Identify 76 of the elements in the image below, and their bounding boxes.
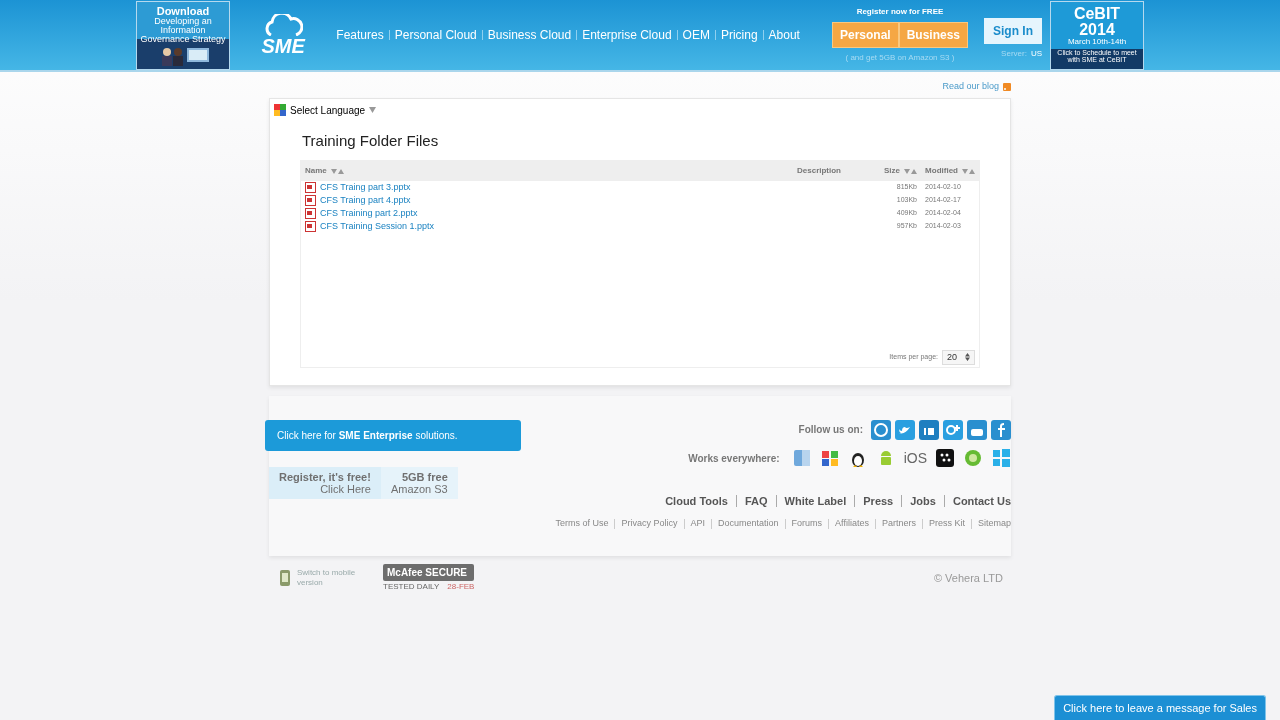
footer-link[interactable]: Sitemap bbox=[977, 517, 1011, 531]
column-header[interactable]: Name bbox=[305, 165, 797, 177]
file-link[interactable]: CFS Traing part 4.pptx bbox=[320, 193, 411, 208]
column-header[interactable]: Modified bbox=[917, 165, 975, 177]
caret-icon bbox=[369, 107, 377, 113]
footer-link[interactable]: Press bbox=[863, 492, 894, 509]
logo-text: SME bbox=[261, 36, 305, 56]
event-dates: March 10th-14th bbox=[1066, 37, 1128, 46]
promo-banner[interactable]: Download Developing an Information Governance Strategy bbox=[136, 0, 230, 70]
footer-link[interactable]: Privacy Policy bbox=[621, 517, 678, 531]
footer-link[interactable]: Jobs bbox=[910, 492, 936, 509]
nav-link[interactable]: Pricing bbox=[720, 26, 758, 44]
footer-link[interactable]: Contact Us bbox=[952, 492, 1011, 509]
column-header[interactable]: Description bbox=[797, 165, 877, 177]
register-note: ( and get 5GB on Amazon S3 ) bbox=[845, 52, 955, 64]
platforms-label: Works everywhere: bbox=[688, 451, 780, 466]
nav-link[interactable]: Business Cloud bbox=[487, 26, 572, 44]
nav-link[interactable]: Personal Cloud bbox=[394, 26, 477, 44]
nav-link[interactable]: About bbox=[768, 26, 800, 44]
footer-link[interactable]: White Label bbox=[784, 492, 847, 509]
blog-link[interactable]: Read our blog bbox=[942, 80, 999, 94]
file-link[interactable]: CFS Training part 2.pptx bbox=[320, 206, 418, 221]
folder-title: Training Folder Files bbox=[301, 130, 440, 151]
file-icon bbox=[305, 195, 316, 206]
register-promo[interactable]: 5GB free Amazon S3 bbox=[380, 466, 458, 499]
event-title: CeBIT bbox=[1072, 5, 1122, 22]
file-icon bbox=[305, 182, 316, 193]
phone-icon bbox=[277, 569, 293, 587]
nav-link[interactable]: Enterprise Cloud bbox=[582, 26, 672, 44]
logo[interactable]: SME bbox=[253, 14, 313, 56]
mobile-version-link[interactable]: Switch to mobile version bbox=[297, 568, 359, 588]
bird-icon[interactable] bbox=[895, 419, 915, 440]
footer-link[interactable]: FAQ bbox=[744, 492, 768, 509]
enterprise-banner[interactable]: Click here for SME Enterprise solutions. bbox=[265, 419, 521, 451]
globe-icon bbox=[963, 448, 983, 468]
promo-title: Download bbox=[156, 5, 210, 17]
footer-link[interactable]: Affiliates bbox=[835, 517, 869, 531]
items-per-page-select[interactable]: 20 bbox=[942, 349, 975, 365]
footer-link[interactable]: Press Kit bbox=[928, 517, 965, 531]
footer-link[interactable]: Documentation bbox=[718, 517, 779, 531]
sort-icon bbox=[962, 168, 975, 174]
rss-icon bbox=[1003, 82, 1011, 91]
file-icon bbox=[305, 221, 316, 232]
sign-in-button[interactable]: Sign In bbox=[984, 18, 1042, 44]
file-link[interactable]: CFS Training Session 1.pptx bbox=[320, 219, 435, 234]
footer-link[interactable]: Terms of Use bbox=[555, 517, 609, 531]
footer-link[interactable]: Partners bbox=[881, 517, 916, 531]
cloud-icon bbox=[263, 14, 304, 36]
copyright: © Vehera LTD bbox=[933, 570, 1003, 586]
register-button[interactable]: Business bbox=[898, 22, 968, 48]
column-header[interactable]: Size bbox=[877, 165, 917, 177]
server-value[interactable]: US bbox=[1030, 48, 1042, 60]
footer-link[interactable]: API bbox=[690, 517, 705, 531]
nav-link[interactable]: Features bbox=[336, 26, 384, 44]
windows-icon bbox=[819, 448, 840, 468]
follow-label: Follow us on: bbox=[798, 423, 863, 437]
register-caption: Register now for FREE bbox=[856, 6, 944, 18]
translate-icon bbox=[274, 104, 286, 116]
language-selector[interactable]: Select Language bbox=[290, 102, 377, 118]
footer-link[interactable]: Cloud Tools bbox=[665, 492, 728, 509]
platform-label: iOS bbox=[903, 448, 927, 468]
footer-link[interactable]: Forums bbox=[791, 517, 823, 531]
sort-icon bbox=[904, 168, 917, 174]
file-icon bbox=[305, 208, 316, 219]
tiles-icon bbox=[991, 448, 1011, 468]
promo-subtitle: Developing an Information Governance Strategy bbox=[139, 16, 227, 44]
sort-icon bbox=[330, 168, 344, 174]
spinner-arrows-icon bbox=[965, 353, 970, 362]
server-label: Server: bbox=[1001, 48, 1027, 60]
register-promo[interactable]: Register, it's free! Click Here bbox=[269, 466, 381, 499]
file-link[interactable]: CFS Traing part 3.pptx bbox=[320, 180, 411, 195]
register-button[interactable]: Personal bbox=[831, 22, 899, 48]
nav-link[interactable]: OEM bbox=[682, 26, 710, 44]
chat-tab[interactable]: Click here to leave a message for Sales bbox=[1054, 694, 1266, 720]
blackberry-icon bbox=[935, 448, 955, 468]
event-year: 2014 bbox=[1078, 21, 1116, 38]
